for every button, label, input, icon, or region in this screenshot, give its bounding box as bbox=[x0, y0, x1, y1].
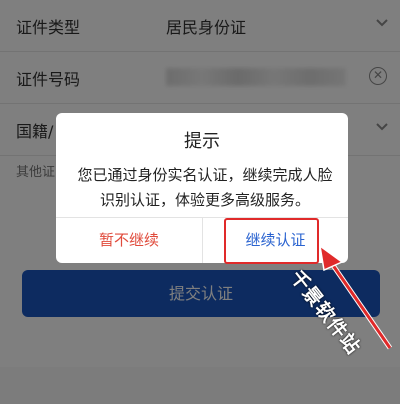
dialog-title: 提示 bbox=[184, 131, 220, 152]
cancel-button[interactable]: 暂不继续 bbox=[56, 218, 202, 263]
dialog-message: 您已通过身份实名认证，继续完成人脸识别认证，体验更多高级服务。 bbox=[77, 166, 333, 209]
